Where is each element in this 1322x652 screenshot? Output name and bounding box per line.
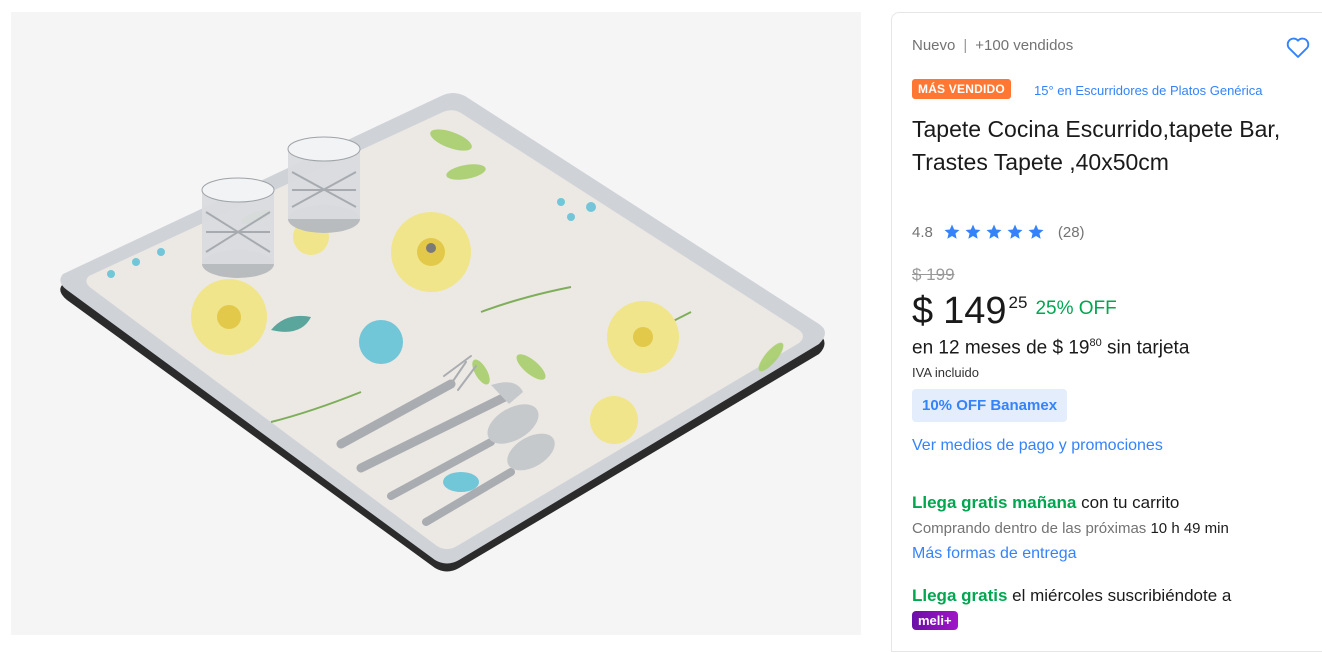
tax-note: IVA incluido bbox=[912, 365, 979, 380]
current-price: $ 149 25 25% OFF bbox=[912, 288, 1117, 334]
review-count: (28) bbox=[1057, 223, 1085, 241]
heart-icon bbox=[1286, 37, 1310, 58]
separator: | bbox=[963, 37, 968, 54]
shipping-sub-rest: el miércoles suscribiéndote a bbox=[1012, 586, 1232, 605]
shipping-countdown: Comprando dentro de las próximas 10 h 49… bbox=[912, 520, 1229, 537]
product-info-panel: Nuevo | +100 vendidos MÁS VENDIDO 15° en E… bbox=[891, 12, 1322, 652]
star-icon bbox=[986, 224, 1002, 239]
shipping-fast-bold: Llega gratis mañana bbox=[912, 493, 1077, 512]
installments-text: en 12 meses de $ 1980 sin tarjeta bbox=[912, 337, 1189, 359]
rating-summary[interactable]: 4.8 (28) bbox=[912, 223, 1085, 241]
product-title: Tapete Cocina Escurrido,tapete Bar, Tras… bbox=[912, 116, 1281, 175]
condition-label: Nuevo bbox=[912, 37, 956, 54]
best-seller-badge: MÁS VENDIDO bbox=[912, 79, 1011, 99]
installment-integer: 19 bbox=[1068, 337, 1090, 359]
product-image[interactable] bbox=[11, 12, 861, 635]
favorite-button[interactable] bbox=[1284, 33, 1312, 61]
price-currency: $ bbox=[912, 290, 934, 332]
payment-methods-link[interactable]: Ver medios de pago y promociones bbox=[912, 437, 1163, 455]
countdown-prefix: Comprando dentro de las próximas bbox=[912, 520, 1147, 537]
bank-promo-tag[interactable]: 10% OFF Banamex bbox=[912, 389, 1068, 422]
original-price: $ 199 bbox=[912, 265, 955, 284]
more-delivery-options-link[interactable]: Más formas de entrega bbox=[912, 545, 1077, 563]
countdown-time: 10 h 49 min bbox=[1150, 520, 1229, 537]
product-subtitle: Nuevo | +100 vendidos bbox=[912, 37, 1073, 54]
shipping-sub-bold: Llega gratis bbox=[912, 586, 1008, 605]
star-icon bbox=[965, 224, 981, 239]
shipping-fast-rest: con tu carrito bbox=[1081, 493, 1180, 512]
category-rank-link[interactable]: 15° en Escurridores de Platos Genérica bbox=[1034, 83, 1262, 98]
product-photo bbox=[60, 93, 826, 572]
installments-prefix: en 12 meses de bbox=[912, 337, 1048, 359]
installments-suffix: sin tarjeta bbox=[1107, 337, 1190, 359]
installment-cents: 80 bbox=[1089, 337, 1102, 349]
rating-stars bbox=[943, 223, 1048, 241]
rating-score: 4.8 bbox=[912, 223, 933, 241]
shipping-subscription: Llega gratis el miércoles suscribiéndote… bbox=[912, 586, 1231, 606]
discount-label: 25% OFF bbox=[1035, 298, 1117, 319]
meli-plus-badge[interactable]: meli+ bbox=[912, 611, 958, 630]
price-cents: 25 bbox=[1008, 293, 1028, 312]
star-icon bbox=[944, 224, 960, 239]
installment-currency: $ bbox=[1052, 337, 1064, 359]
price-integer: 149 bbox=[943, 290, 1007, 332]
star-icon bbox=[1007, 224, 1023, 239]
shipping-fast: Llega gratis mañana con tu carrito bbox=[912, 493, 1179, 513]
sold-count: +100 vendidos bbox=[975, 37, 1074, 54]
star-icon bbox=[1028, 224, 1044, 239]
